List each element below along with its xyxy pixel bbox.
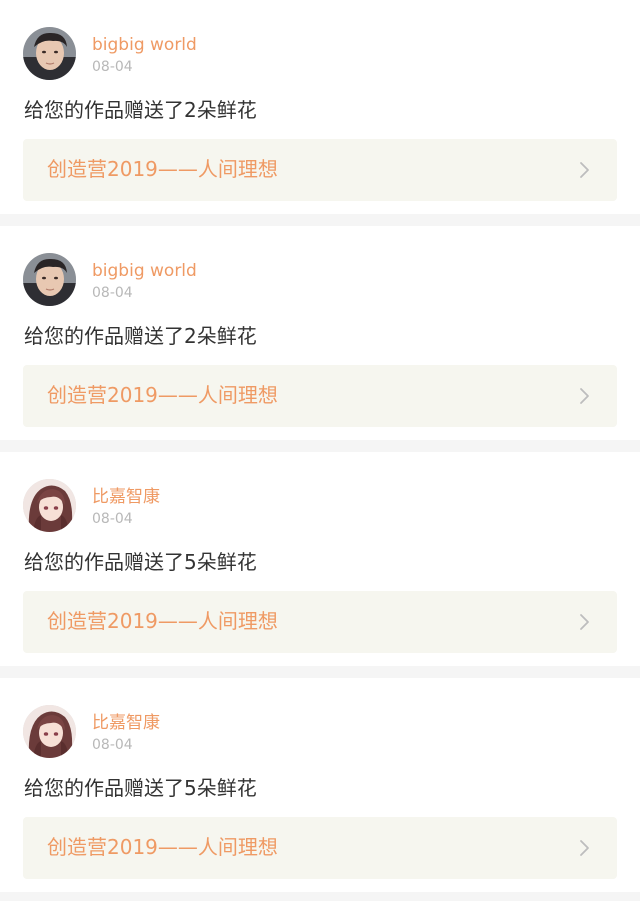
notification-card: bigbig world 08-04 给您的作品赠送了2朵鲜花 创造营2019—… [0,226,640,440]
male-avatar-image [23,27,76,80]
anime-girl-avatar-image [23,705,76,758]
username[interactable]: 比嘉智康 [92,486,160,508]
notification-card: bigbig world 08-04 给您的作品赠送了2朵鲜花 创造营2019—… [0,0,640,214]
work-link[interactable]: 创造营2019——人间理想 [23,139,617,201]
notification-message: 给您的作品赠送了2朵鲜花 [24,98,257,122]
work-title: 创造营2019——人间理想 [47,835,278,859]
work-link[interactable]: 创造营2019——人间理想 [23,365,617,427]
timestamp: 08-04 [92,59,133,75]
timestamp: 08-04 [92,285,133,301]
chevron-right-icon [580,840,589,856]
notification-feed: bigbig world 08-04 给您的作品赠送了2朵鲜花 创造营2019—… [0,0,640,892]
timestamp: 08-04 [92,511,133,527]
avatar[interactable] [23,253,76,306]
username[interactable]: bigbig world [92,260,197,282]
chevron-right-icon [580,162,589,178]
anime-girl-avatar-image [23,479,76,532]
avatar[interactable] [23,705,76,758]
work-link[interactable]: 创造营2019——人间理想 [23,817,617,879]
work-link[interactable]: 创造营2019——人间理想 [23,591,617,653]
notification-card: 比嘉智康 08-04 给您的作品赠送了5朵鲜花 创造营2019——人间理想 [0,452,640,666]
male-avatar-image [23,253,76,306]
work-title: 创造营2019——人间理想 [47,157,278,181]
work-title: 创造营2019——人间理想 [47,383,278,407]
notification-message: 给您的作品赠送了5朵鲜花 [24,776,257,800]
notification-message: 给您的作品赠送了2朵鲜花 [24,324,257,348]
username[interactable]: bigbig world [92,34,197,56]
chevron-right-icon [580,614,589,630]
avatar[interactable] [23,27,76,80]
chevron-right-icon [580,388,589,404]
avatar[interactable] [23,479,76,532]
timestamp: 08-04 [92,737,133,753]
username[interactable]: 比嘉智康 [92,712,160,734]
notification-card: 比嘉智康 08-04 给您的作品赠送了5朵鲜花 创造营2019——人间理想 [0,678,640,892]
work-title: 创造营2019——人间理想 [47,609,278,633]
notification-message: 给您的作品赠送了5朵鲜花 [24,550,257,574]
